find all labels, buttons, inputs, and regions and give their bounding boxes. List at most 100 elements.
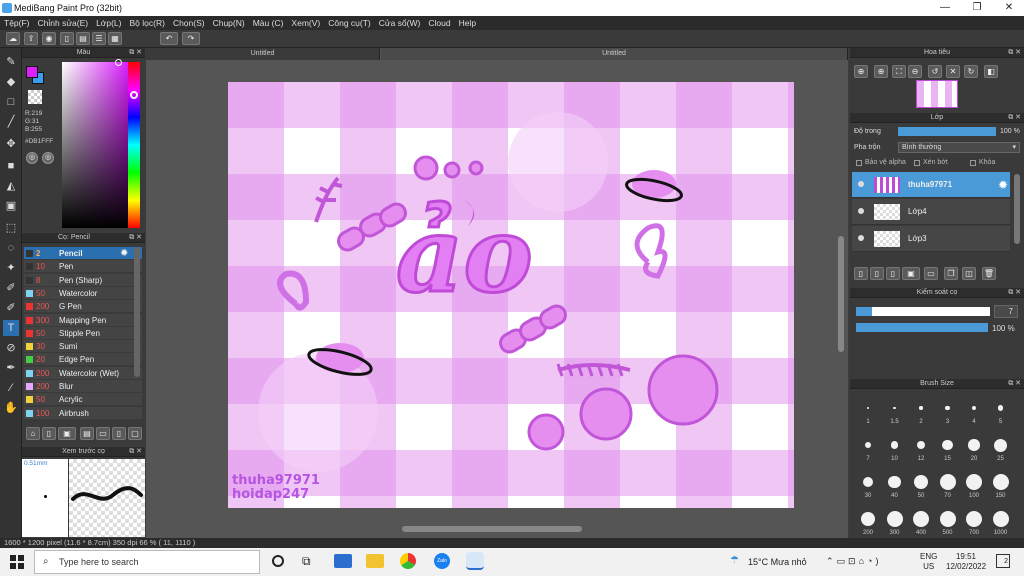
dropper-tool-icon[interactable]: ⊘ [3, 340, 19, 356]
rotate-left-icon[interactable]: ↺ [928, 65, 942, 78]
redo-button[interactable]: ↷ [182, 32, 200, 45]
chat-icon[interactable]: ◉ [42, 32, 56, 45]
fit-screen-icon[interactable]: ⛶ [892, 65, 906, 78]
brush-list-item[interactable]: 100 Airbrush [24, 406, 142, 420]
grid-icon[interactable]: ▦ [108, 32, 122, 45]
panel-close-icon[interactable]: ⧉ ✕ [1008, 288, 1021, 298]
brush-list-item[interactable]: 300 Mapping Pen [24, 313, 142, 327]
gear-icon[interactable]: ✹ [998, 178, 1008, 192]
menu-file[interactable]: Tệp(F) [0, 16, 34, 30]
brush-size-field[interactable]: 7 [994, 305, 1018, 318]
brush-size-option[interactable]: 700 [962, 505, 986, 539]
chrome-icon[interactable] [400, 553, 416, 569]
menu-layer[interactable]: Lớp(L) [92, 16, 125, 30]
eyedropper-icon[interactable]: ⁄ [3, 380, 19, 396]
brush-size-option[interactable]: 15 [936, 431, 960, 465]
panel-close-icon[interactable]: ⧉ ✕ [129, 233, 142, 243]
lang-indicator[interactable]: ENG US [920, 552, 937, 572]
brush-size-option[interactable]: 20 [962, 431, 986, 465]
medibang-taskbar-icon[interactable] [466, 552, 484, 570]
panel-close-icon[interactable]: ⧉ ✕ [129, 48, 142, 58]
zoom-out-icon[interactable]: ⊖ [908, 65, 922, 78]
brush-size-option[interactable]: 1000 [989, 505, 1013, 539]
layer-folder-icon[interactable]: ▭ [924, 267, 938, 280]
brush-size-option[interactable]: 2 [909, 394, 933, 428]
brush-size-option[interactable]: 1 [856, 394, 880, 428]
panel-close-icon[interactable]: ⧉ ✕ [1008, 113, 1021, 123]
menu-select[interactable]: Chọn(S) [169, 16, 209, 30]
delete-layer-icon[interactable]: 🗑 [982, 267, 996, 280]
layer-opacity-slider[interactable] [898, 127, 996, 136]
hue-cursor[interactable] [130, 91, 138, 99]
rectangle-tool-icon[interactable]: □ [3, 94, 19, 110]
menu-window[interactable]: Cửa sổ(W) [375, 16, 425, 30]
eraser-tool-icon[interactable]: ◆ [3, 74, 19, 90]
upload-icon[interactable]: ⇪ [24, 32, 38, 45]
saturation-value-square[interactable] [62, 62, 128, 228]
navigator-thumbnail[interactable] [916, 80, 958, 108]
gradient-tool-icon[interactable]: ▣ [3, 198, 19, 214]
brush-list-item[interactable]: 8 Pen (Sharp) [24, 273, 142, 287]
gear-icon[interactable]: ✹ [120, 247, 128, 260]
brush-size-option[interactable]: 10 [883, 431, 907, 465]
brush-home-icon[interactable]: ⌂ [26, 427, 40, 440]
drawing-canvas[interactable]: ảo thuha97971 hoidap247 [228, 82, 794, 508]
panel-close-icon[interactable]: ⧉ ✕ [129, 447, 142, 457]
brush-size-option[interactable]: 70 [936, 468, 960, 502]
brush-list-item[interactable]: 200 Watercolor (Wet) [24, 366, 142, 380]
menu-capture[interactable]: Chụp(N) [209, 16, 249, 30]
select-pen-icon[interactable]: ✐ [3, 280, 19, 296]
brush-add-icon[interactable]: ▣ [58, 427, 76, 440]
brush-size-option[interactable]: 30 [856, 468, 880, 502]
menu-edit[interactable]: Chỉnh sửa(E) [34, 16, 93, 30]
flip-icon[interactable]: ◧ [984, 65, 998, 78]
new-layer-icon[interactable]: ▯ [854, 267, 868, 280]
notification-icon[interactable]: 2 [996, 554, 1010, 568]
panel-close-icon[interactable]: ⧉ ✕ [1008, 379, 1021, 389]
palette-add-icon[interactable]: ◎ [42, 152, 54, 164]
new-layer-8bit-icon[interactable]: ▯ [870, 267, 884, 280]
brush-size-option[interactable]: 400 [909, 505, 933, 539]
weather-text[interactable]: 15°C Mưa nhỏ [748, 557, 807, 567]
menu-help[interactable]: Help [455, 16, 480, 30]
windows-start-icon[interactable] [10, 555, 24, 569]
menu-color[interactable]: Màu (C) [249, 16, 288, 30]
duplicate-layer-icon[interactable]: ❐ [944, 267, 958, 280]
reset-icon[interactable]: ✕ [946, 65, 960, 78]
fill-rect-tool-icon[interactable]: ■ [3, 158, 19, 174]
lasso-tool-icon[interactable]: ◌ [3, 240, 19, 256]
brush-copy-icon[interactable]: ▯ [112, 427, 126, 440]
brush-size-option[interactable]: 50 [909, 468, 933, 502]
tray-icons[interactable]: ⌃▭⊡⌂◔) [826, 556, 881, 567]
brush-list-item[interactable]: 200 Blur [24, 380, 142, 393]
pen-tool-icon[interactable]: ✒ [3, 360, 19, 376]
select-tool-icon[interactable]: ⬚ [3, 220, 19, 236]
brush-size-option[interactable]: 4 [962, 394, 986, 428]
brush-delete-icon[interactable]: ▢ [128, 427, 142, 440]
menu-view[interactable]: Xem(V) [287, 16, 324, 30]
brush-size-option[interactable]: 1.5 [883, 394, 907, 428]
magic-wand-icon[interactable]: ✦ [3, 260, 19, 276]
eye-icon[interactable] [858, 208, 864, 214]
hue-slider[interactable] [128, 62, 140, 228]
clock[interactable]: 19:51 12/02/2022 [946, 552, 986, 572]
minimize-button[interactable]: — [930, 0, 960, 16]
canvas-hscrollbar[interactable] [402, 526, 582, 532]
task-view-icon[interactable]: ⧉ [302, 554, 311, 569]
tab-untitled-2[interactable]: Untitled [381, 48, 848, 60]
brush-size-option[interactable]: 3 [936, 394, 960, 428]
brush-size-slider[interactable] [856, 307, 990, 316]
brush-size-option[interactable]: 40 [883, 468, 907, 502]
zalo-icon[interactable]: Zalo [434, 553, 450, 569]
file-explorer-icon[interactable] [366, 554, 384, 568]
layer-row[interactable]: Lớp4 [852, 199, 1010, 225]
layer-list-scrollbar[interactable] [1014, 174, 1020, 244]
palette-icon[interactable]: ◎ [26, 152, 38, 164]
brush-new-icon[interactable]: ▯ [42, 427, 56, 440]
taskbar-search[interactable]: ⌕ Type here to search [34, 550, 260, 574]
clipping-checkbox[interactable] [914, 160, 920, 166]
brush-opacity-slider[interactable] [856, 323, 988, 332]
brush-size-option[interactable]: 7 [856, 431, 880, 465]
eye-icon[interactable] [858, 181, 864, 187]
brush-size-option[interactable]: 25 [989, 431, 1013, 465]
